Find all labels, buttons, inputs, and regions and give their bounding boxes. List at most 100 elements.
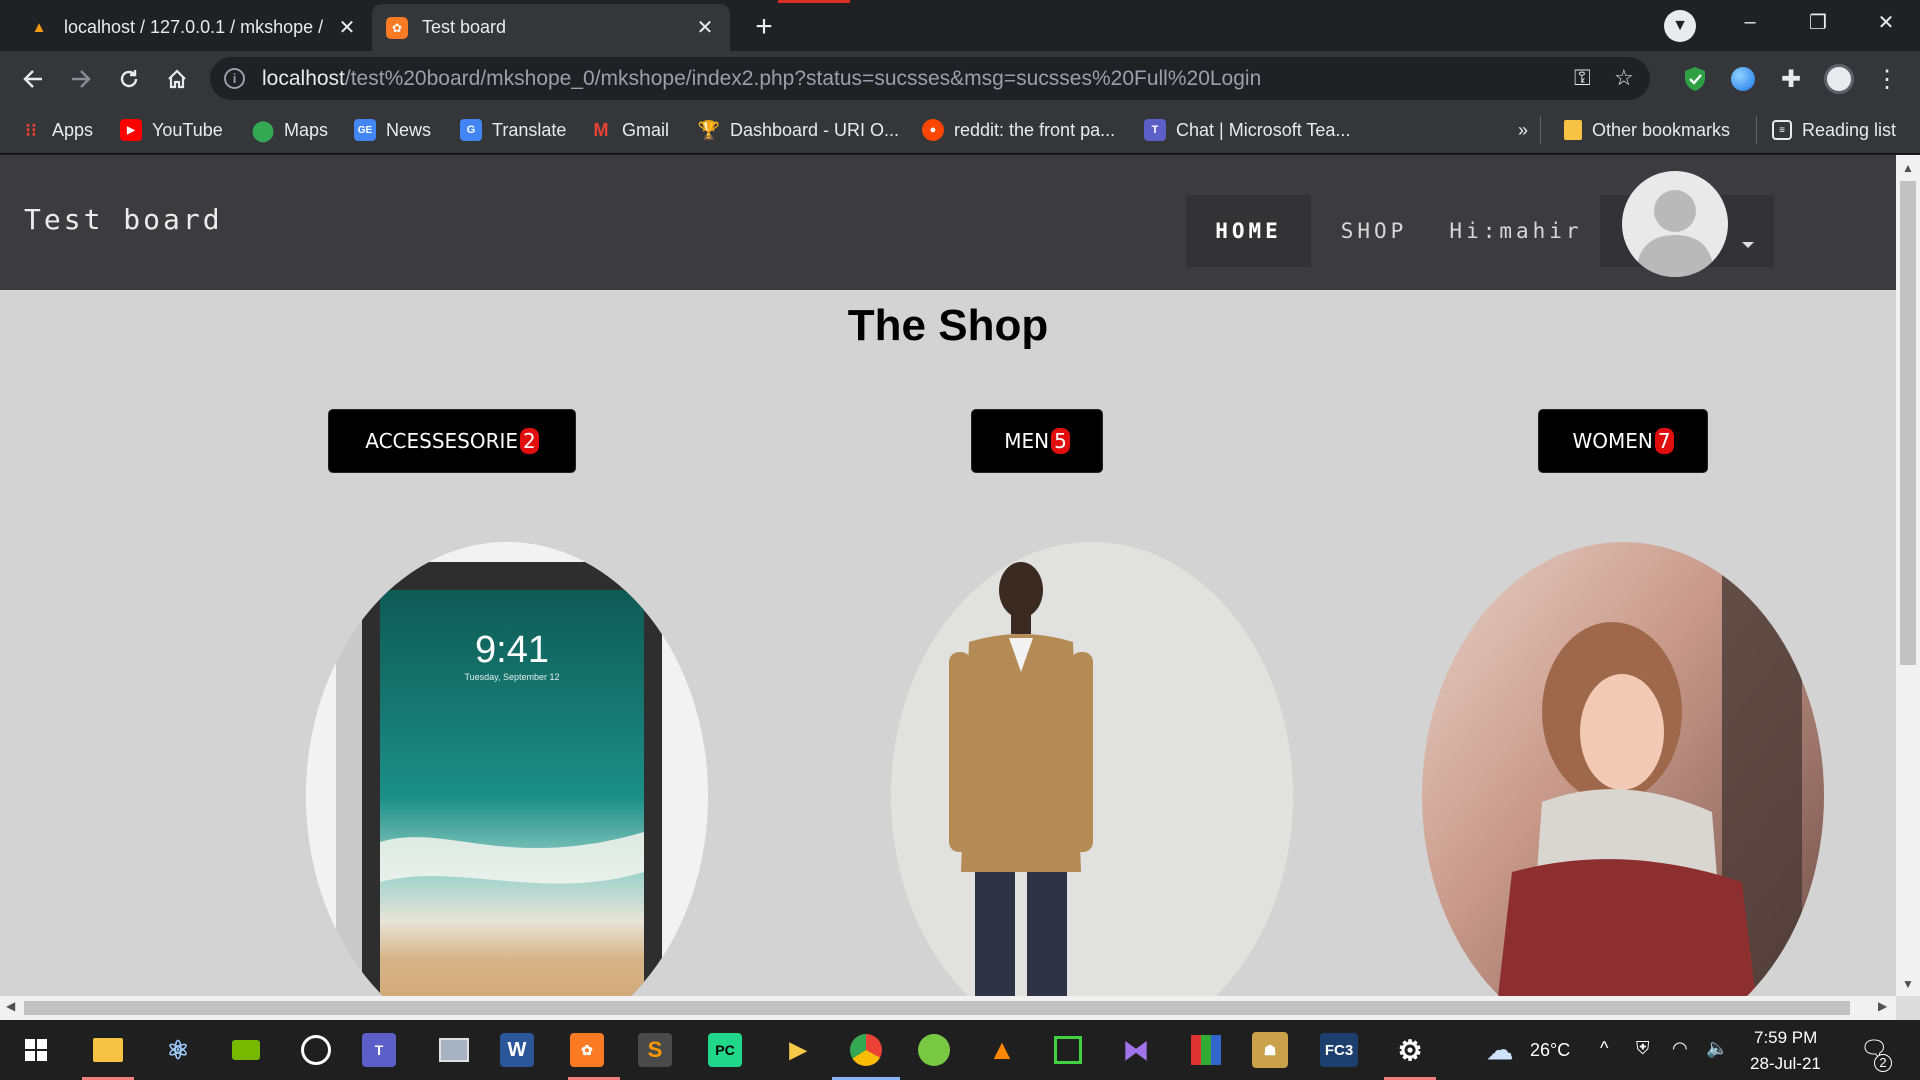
- teams-icon[interactable]: T: [362, 1033, 396, 1067]
- vertical-scrollbar[interactable]: ▲ ▼: [1896, 155, 1920, 996]
- tablet-date: Tuesday, September 12: [464, 672, 559, 682]
- winrar-icon[interactable]: [1184, 1028, 1228, 1072]
- obs-icon[interactable]: [294, 1028, 338, 1072]
- bookmark-apps[interactable]: ⁝⁝ Apps: [20, 114, 93, 146]
- settings-icon[interactable]: ⚙: [1388, 1028, 1432, 1072]
- tab-test-board[interactable]: ✿ Test board ✕: [372, 4, 730, 51]
- info-icon[interactable]: i: [224, 68, 245, 89]
- tab-phpmyadmin[interactable]: ▲ localhost / 127.0.0.1 / mkshope / ✕: [14, 4, 372, 51]
- news-icon: GE: [354, 119, 376, 141]
- count-badge: 2: [520, 428, 539, 454]
- chrome-icon[interactable]: [844, 1028, 888, 1072]
- user-avatar[interactable]: [1622, 171, 1728, 277]
- scroll-up-icon[interactable]: ▲: [1902, 161, 1914, 175]
- default-avatar-icon: [1636, 190, 1714, 277]
- windows-start-icon[interactable]: [14, 1028, 58, 1072]
- clock-date[interactable]: 28-Jul-21: [1750, 1054, 1821, 1074]
- close-window-button[interactable]: ✕: [1852, 0, 1920, 44]
- weather-temperature[interactable]: 26°C: [1530, 1040, 1570, 1061]
- bookmark-dashboard[interactable]: 🏆 Dashboard - URI O...: [698, 114, 899, 146]
- tab-search-button[interactable]: ▼: [1664, 10, 1696, 42]
- bookmark-reddit[interactable]: ● reddit: the front pa...: [922, 114, 1115, 146]
- extensions-button[interactable]: ✚: [1774, 62, 1808, 96]
- sublime-icon[interactable]: S: [638, 1033, 672, 1067]
- clock-time[interactable]: 7:59 PM: [1754, 1028, 1817, 1048]
- visual-studio-icon[interactable]: ⧓: [1114, 1028, 1158, 1072]
- other-bookmarks-folder[interactable]: Other bookmarks: [1564, 114, 1730, 146]
- close-icon[interactable]: ✕: [694, 17, 716, 39]
- cpu-z-icon[interactable]: [1046, 1028, 1090, 1072]
- bookmark-label: Maps: [284, 119, 329, 140]
- file-explorer-icon[interactable]: [86, 1028, 130, 1072]
- utorrent-icon[interactable]: [912, 1028, 956, 1072]
- reading-list-button[interactable]: ≡ Reading list: [1772, 114, 1896, 146]
- bookmark-translate[interactable]: G Translate: [460, 114, 566, 146]
- bookmark-youtube[interactable]: ▶ YouTube: [120, 114, 223, 146]
- back-arrow-icon: [23, 70, 42, 88]
- star-icon[interactable]: ☆: [1614, 65, 1634, 91]
- menu-button[interactable]: ⋮: [1870, 62, 1904, 96]
- nav-user-greeting[interactable]: Hi:mahir: [1438, 195, 1594, 267]
- pycharm-icon[interactable]: PC: [708, 1033, 742, 1067]
- weather-cloud-icon[interactable]: ☁: [1478, 1028, 1522, 1072]
- site-brand[interactable]: Test board: [24, 203, 223, 236]
- home-icon: [168, 69, 186, 89]
- wifi-icon[interactable]: ◠: [1672, 1038, 1688, 1059]
- reload-button[interactable]: [112, 62, 146, 96]
- globe-extension-button[interactable]: [1726, 62, 1760, 96]
- category-accessories-image[interactable]: 9:41 Tuesday, September 12: [306, 542, 708, 996]
- tray-overflow-chevron-up-icon[interactable]: ^: [1600, 1038, 1608, 1059]
- volume-icon[interactable]: 🔈: [1706, 1038, 1728, 1059]
- new-tab-button[interactable]: +: [748, 12, 780, 44]
- home-button[interactable]: [160, 62, 194, 96]
- category-men-button[interactable]: MEN 5: [972, 410, 1102, 472]
- address-bar[interactable]: i localhost/test%20board/mkshope_0/mksho…: [210, 57, 1650, 100]
- key-icon[interactable]: ⚿: [1574, 65, 1591, 91]
- scroll-down-icon[interactable]: ▼: [1902, 977, 1914, 991]
- caret-down-icon[interactable]: [1742, 242, 1754, 248]
- profile-button[interactable]: [1822, 62, 1856, 96]
- back-button[interactable]: [16, 62, 50, 96]
- bookmark-maps[interactable]: ⬤ Maps: [252, 114, 328, 146]
- bookmark-gmail[interactable]: M Gmail: [590, 114, 670, 146]
- scrollbar-thumb[interactable]: [1900, 181, 1916, 665]
- photos-icon[interactable]: [432, 1028, 476, 1072]
- nvidia-icon[interactable]: [224, 1028, 268, 1072]
- bookmark-label: Other bookmarks: [1592, 119, 1731, 140]
- nav-home[interactable]: HOME: [1186, 195, 1311, 267]
- kebab-menu-icon: ⋮: [1875, 65, 1899, 93]
- trophy-icon: 🏆: [697, 119, 721, 140]
- avatar-icon: [1824, 64, 1854, 94]
- url-text[interactable]: localhost/test%20board/mkshope_0/mkshope…: [262, 67, 1261, 91]
- page-viewport: Test board HOME SHOP Hi:mahir The Shop A…: [0, 155, 1896, 996]
- fc3-icon[interactable]: FC3: [1320, 1033, 1358, 1067]
- xampp-icon[interactable]: ✿: [570, 1033, 604, 1067]
- atom-icon[interactable]: ⚛: [156, 1028, 200, 1072]
- category-men-image[interactable]: [891, 542, 1293, 996]
- bookmark-news[interactable]: GE News: [354, 114, 431, 146]
- bookmarks-overflow-button[interactable]: »: [1518, 114, 1528, 146]
- security-shield-icon[interactable]: ⛨: [1636, 1038, 1650, 1059]
- bookmark-label: Translate: [492, 119, 567, 140]
- close-icon[interactable]: ✕: [336, 17, 358, 39]
- scrollbar-thumb[interactable]: [24, 1001, 1850, 1015]
- nav-shop[interactable]: SHOP: [1316, 195, 1432, 267]
- word-icon[interactable]: W: [500, 1033, 534, 1067]
- horizontal-scrollbar[interactable]: ◀ ▶: [0, 996, 1896, 1020]
- bookmark-label: Gmail: [622, 119, 670, 140]
- vlc-icon[interactable]: ▲: [980, 1028, 1024, 1072]
- bookmark-teams-chat[interactable]: T Chat | Microsoft Tea...: [1144, 114, 1350, 146]
- adblock-extension-button[interactable]: [1678, 62, 1712, 96]
- scroll-left-icon[interactable]: ◀: [6, 999, 15, 1013]
- media-player-icon[interactable]: ▶: [776, 1028, 820, 1072]
- category-women-image[interactable]: [1422, 542, 1824, 996]
- tab-title: localhost / 127.0.0.1 / mkshope /: [64, 17, 324, 37]
- restore-button[interactable]: ❐: [1784, 0, 1852, 44]
- category-accessories-button[interactable]: ACCESSESORIE 2: [329, 410, 575, 472]
- game-icon[interactable]: ☗: [1252, 1032, 1288, 1068]
- tablet-time: 9:41: [475, 629, 549, 671]
- minimize-button[interactable]: –: [1716, 0, 1784, 44]
- scroll-right-icon[interactable]: ▶: [1878, 999, 1887, 1013]
- category-women-button[interactable]: WOMEN 7: [1539, 410, 1707, 472]
- forward-button[interactable]: [64, 62, 98, 96]
